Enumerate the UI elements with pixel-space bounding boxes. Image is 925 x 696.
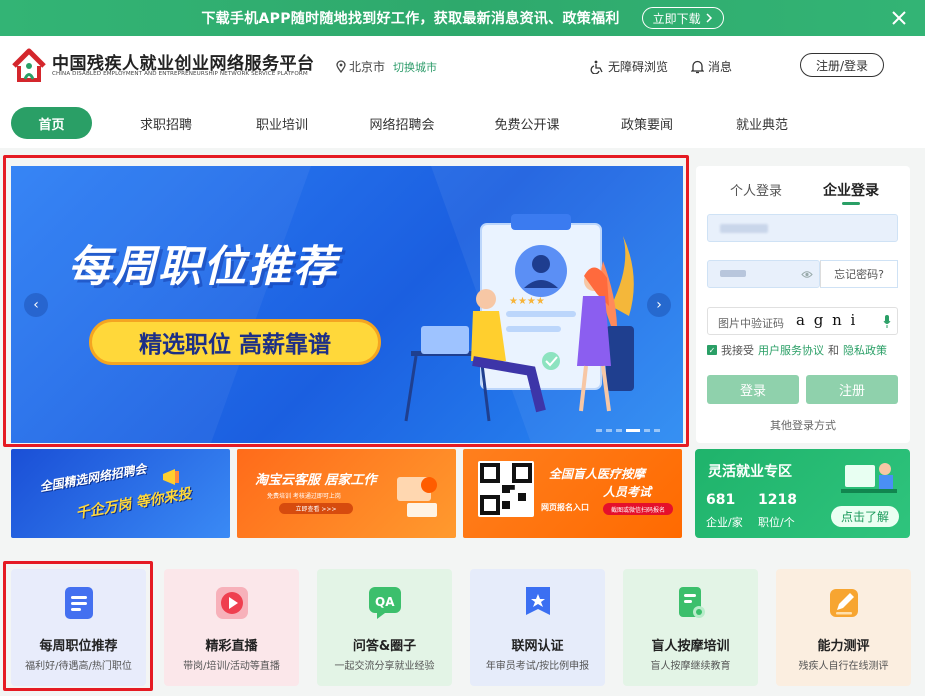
job-count: 1218 [758, 492, 797, 508]
flexible-employment-title: 灵活就业专区 [708, 464, 792, 480]
card-assessment-subtitle: 残疾人自行在线测评 [798, 661, 889, 672]
captcha-placeholder: 图片中验证码 [718, 317, 784, 330]
city-name: 北京市 [349, 60, 386, 74]
register-button[interactable]: 注册 [806, 375, 898, 404]
tile-massage-title: 全国盲人医疗按摩 [549, 467, 646, 481]
password-field[interactable] [707, 260, 820, 288]
banner-highlight-frame [3, 155, 689, 447]
job-count-label: 职位/个 [758, 516, 795, 529]
agree-checkbox[interactable]: ✓ [707, 345, 717, 355]
svg-text:QA: QA [375, 595, 395, 609]
username-field[interactable] [707, 214, 898, 242]
agree-prefix: 我接受 [721, 344, 754, 357]
captcha-field[interactable]: 图片中验证码 a g n i [707, 307, 898, 335]
card-certification-subtitle: 年审员考试/按比例申报 [485, 661, 590, 672]
messages-label: 消息 [708, 60, 733, 74]
tile-massage-button[interactable]: 截图或微信扫码报名 [603, 503, 673, 515]
accessibility-button[interactable]: 无障碍浏览 [590, 58, 668, 75]
tile-massage-entry: 网页报名入口 [541, 503, 589, 512]
card-certification-title: 联网认证 [511, 639, 564, 654]
active-tab-underline [842, 202, 860, 205]
wheelchair-icon [590, 60, 603, 74]
other-login-methods[interactable]: 其他登录方式 [770, 417, 836, 433]
badge-icon [526, 587, 550, 615]
messages-button[interactable]: 消息 [691, 58, 732, 75]
company-count: 681 [706, 492, 736, 508]
close-icon[interactable] [889, 8, 909, 28]
nav-policy-news[interactable]: 政策要闻 [609, 107, 685, 139]
tile-online-job-fair[interactable]: 全国精选网络招聘会 千企万岗 等你来投 [11, 449, 230, 538]
bell-icon [691, 60, 704, 73]
tile-blind-massage-exam[interactable]: 全国盲人医疗按摩 人员考试 网页报名入口 截图或微信扫码报名 [463, 449, 682, 538]
nav-employment-models[interactable]: 就业典范 [724, 107, 800, 139]
tile-taobao-button[interactable]: 立即查看 >>> [279, 503, 353, 514]
customer-service-illustration [397, 477, 437, 517]
logo-icon[interactable] [11, 46, 47, 84]
qr-code[interactable] [478, 461, 534, 517]
download-now-label: 立即下载 [652, 11, 701, 26]
worker-at-desk-illustration [841, 463, 897, 493]
tile-massage-title-2: 人员考试 [603, 485, 652, 499]
qa-icon: QA [369, 587, 401, 619]
nav-online-job-fair[interactable]: 网络招聘会 [362, 107, 442, 139]
location: 北京市 切换城市 [336, 58, 437, 75]
card-live-streams-subtitle: 带岗/培训/活动等直播 [183, 661, 280, 672]
card-massage-training-title: 盲人按摩培训 [651, 639, 730, 654]
download-app-bar: 下载手机APP随时随地找到好工作，获取最新消息资讯、政策福利 立即下载 [0, 0, 925, 36]
card-live-streams-title: 精彩直播 [205, 639, 258, 654]
download-now-button[interactable]: 立即下载 [641, 7, 724, 29]
switch-city-link[interactable]: 切换城市 [393, 59, 437, 75]
play-icon [216, 587, 248, 619]
register-login-button[interactable]: 注册/登录 [800, 53, 884, 77]
nav-jobs[interactable]: 求职招聘 [128, 107, 204, 139]
agree-and: 和 [828, 344, 839, 357]
privacy-policy-link[interactable]: 隐私政策 [843, 342, 887, 358]
tile-taobao-customer-service[interactable]: 淘宝云客服 居家工作 免费培训 考核通过即可上岗 立即查看 >>> [237, 449, 456, 538]
nav-home[interactable]: 首页 [11, 107, 92, 139]
company-count-label: 企业/家 [706, 516, 743, 529]
agreement-row: ✓ 我接受 用户服务协议 和 隐私政策 [707, 342, 887, 358]
location-pin-icon [336, 60, 346, 73]
certificate-icon [679, 587, 705, 618]
forgot-password-link[interactable]: 忘记密码? [820, 260, 898, 288]
qr-code-image [480, 463, 532, 515]
card-assessment-title: 能力测评 [817, 639, 870, 654]
card-highlight-frame [3, 561, 153, 691]
microphone-icon[interactable] [883, 315, 891, 328]
tile-taobao-title: 淘宝云客服 居家工作 [255, 473, 377, 488]
edit-icon [830, 589, 858, 617]
megaphone-icon [163, 469, 179, 485]
nav-free-courses[interactable]: 免费公开课 [487, 107, 567, 139]
tile-flexible-employment[interactable]: 灵活就业专区 681 企业/家 1218 职位/个 点击了解 [695, 449, 910, 538]
learn-more-button[interactable]: 点击了解 [831, 506, 899, 527]
tile-taobao-subtitle: 免费培训 考核通过即可上岗 [267, 493, 341, 500]
tab-enterprise-login[interactable]: 企业登录 [823, 180, 879, 200]
tile-online-job-fair-slogan: 千企万岗 等你来投 [74, 485, 193, 523]
eye-icon[interactable] [801, 270, 813, 279]
card-qa-subtitle: 一起交流分享就业经验 [334, 661, 435, 672]
card-qa-title: 问答&圈子 [352, 639, 417, 654]
chevron-right-icon [706, 13, 712, 23]
service-agreement-link[interactable]: 用户服务协议 [758, 342, 824, 358]
nav-training[interactable]: 职业培训 [244, 107, 320, 139]
site-subtitle: CHINA DISABLED EMPLOYMENT AND ENTREPRENE… [52, 71, 308, 77]
accessibility-label: 无障碍浏览 [608, 60, 669, 74]
login-button[interactable]: 登录 [707, 375, 799, 404]
download-app-text: 下载手机APP随时随地找到好工作，获取最新消息资讯、政策福利 [201, 11, 620, 27]
captcha-image[interactable]: a g n i [796, 311, 857, 329]
card-massage-training-subtitle: 盲人按摩继续教育 [650, 661, 731, 672]
tile-online-job-fair-title: 全国精选网络招聘会 [38, 461, 148, 495]
tab-personal-login[interactable]: 个人登录 [730, 180, 782, 199]
